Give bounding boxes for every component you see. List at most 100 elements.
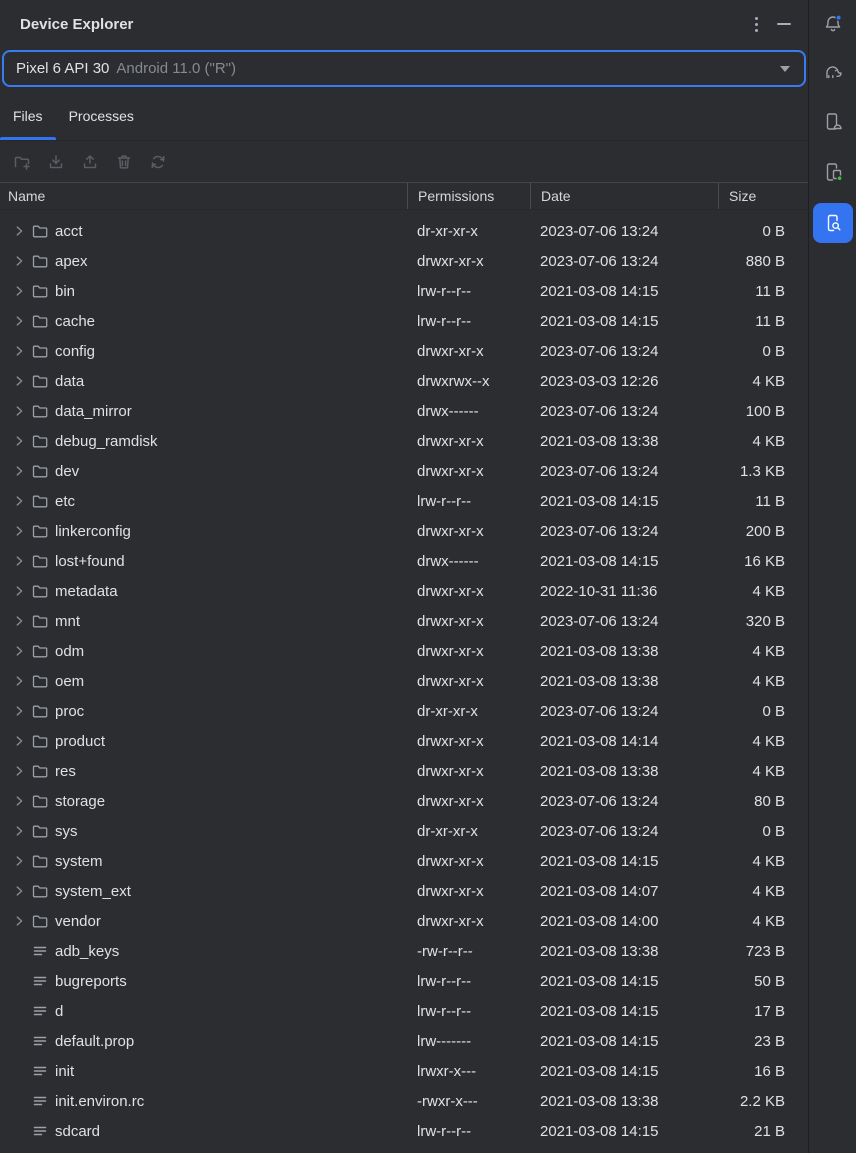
column-header-permissions[interactable]: Permissions: [407, 183, 530, 209]
row-size: 16 B: [718, 1063, 808, 1080]
table-row[interactable]: lost+found drwx------ 2021-03-08 14:15 1…: [0, 546, 808, 576]
chevron-right-icon[interactable]: [12, 884, 26, 898]
row-permissions: drwxr-xr-x: [407, 763, 530, 780]
table-row[interactable]: init lrwxr-x--- 2021-03-08 14:15 16 B: [0, 1056, 808, 1086]
chevron-right-icon[interactable]: [12, 524, 26, 538]
folder-icon: [31, 522, 49, 540]
table-row[interactable]: system drwxr-xr-x 2021-03-08 14:15 4 KB: [0, 846, 808, 876]
table-row[interactable]: proc dr-xr-xr-x 2023-07-06 13:24 0 B: [0, 696, 808, 726]
table-row[interactable]: data drwxrwx--x 2023-03-03 12:26 4 KB: [0, 366, 808, 396]
running-devices-icon[interactable]: [813, 152, 853, 192]
device-manager-icon[interactable]: [813, 102, 853, 142]
table-row[interactable]: odm drwxr-xr-x 2021-03-08 13:38 4 KB: [0, 636, 808, 666]
chevron-right-icon[interactable]: [12, 674, 26, 688]
chevron-right-icon[interactable]: [12, 344, 26, 358]
table-row[interactable]: adb_keys -rw-r--r-- 2021-03-08 13:38 723…: [0, 936, 808, 966]
tab-files[interactable]: Files: [0, 91, 56, 140]
chevron-right-icon[interactable]: [12, 554, 26, 568]
table-row[interactable]: storage drwxr-xr-x 2023-07-06 13:24 80 B: [0, 786, 808, 816]
table-row[interactable]: dev drwxr-xr-x 2023-07-06 13:24 1.3 KB: [0, 456, 808, 486]
column-header-name[interactable]: Name: [0, 183, 407, 209]
chevron-right-icon[interactable]: [12, 614, 26, 628]
minimize-icon[interactable]: [770, 10, 798, 38]
table-row[interactable]: bugreports lrw-r--r-- 2021-03-08 14:15 5…: [0, 966, 808, 996]
row-size: 4 KB: [718, 583, 808, 600]
device-explorer-panel: Device Explorer Pixel 6 API 30 Android 1…: [0, 0, 808, 1153]
table-row[interactable]: d lrw-r--r-- 2021-03-08 14:15 17 B: [0, 996, 808, 1026]
table-row[interactable]: cache lrw-r--r-- 2021-03-08 14:15 11 B: [0, 306, 808, 336]
tab-processes-label: Processes: [69, 108, 134, 124]
kebab-menu-icon[interactable]: [742, 10, 770, 38]
new-folder-icon[interactable]: [10, 150, 34, 174]
folder-icon: [31, 702, 49, 720]
table-row[interactable]: acct dr-xr-xr-x 2023-07-06 13:24 0 B: [0, 216, 808, 246]
folder-icon: [31, 432, 49, 450]
chevron-right-icon[interactable]: [12, 284, 26, 298]
chevron-right-icon[interactable]: [12, 494, 26, 508]
tab-processes[interactable]: Processes: [56, 91, 147, 140]
table-row[interactable]: linkerconfig drwxr-xr-x 2023-07-06 13:24…: [0, 516, 808, 546]
table-row[interactable]: vendor drwxr-xr-x 2021-03-08 14:00 4 KB: [0, 906, 808, 936]
device-selector-dropdown[interactable]: Pixel 6 API 30 Android 11.0 ("R"): [2, 50, 806, 87]
column-header-date[interactable]: Date: [530, 183, 718, 209]
table-row[interactable]: bin lrw-r--r-- 2021-03-08 14:15 11 B: [0, 276, 808, 306]
chevron-right-icon[interactable]: [12, 734, 26, 748]
folder-icon: [31, 372, 49, 390]
table-row[interactable]: mnt drwxr-xr-x 2023-07-06 13:24 320 B: [0, 606, 808, 636]
table-row[interactable]: sdcard lrw-r--r-- 2021-03-08 14:15 21 B: [0, 1116, 808, 1146]
row-label: metadata: [55, 583, 118, 600]
chevron-right-icon[interactable]: [12, 854, 26, 868]
folder-icon: [31, 402, 49, 420]
row-date: 2021-03-08 14:14: [530, 733, 718, 750]
chevron-right-icon[interactable]: [12, 224, 26, 238]
table-row[interactable]: etc lrw-r--r-- 2021-03-08 14:15 11 B: [0, 486, 808, 516]
folder-icon: [31, 552, 49, 570]
chevron-right-icon[interactable]: [12, 824, 26, 838]
row-date: 2021-03-08 13:38: [530, 1093, 718, 1110]
download-icon[interactable]: [44, 150, 68, 174]
table-row[interactable]: apex drwxr-xr-x 2023-07-06 13:24 880 B: [0, 246, 808, 276]
row-label: apex: [55, 253, 88, 270]
delete-icon[interactable]: [112, 150, 136, 174]
chevron-right-icon[interactable]: [12, 434, 26, 448]
chevron-right-icon[interactable]: [12, 794, 26, 808]
chevron-right-icon[interactable]: [12, 644, 26, 658]
row-permissions: drwxr-xr-x: [407, 733, 530, 750]
chevron-right-icon[interactable]: [12, 584, 26, 598]
row-date: 2023-07-06 13:24: [530, 703, 718, 720]
table-row[interactable]: system_ext drwxr-xr-x 2021-03-08 14:07 4…: [0, 876, 808, 906]
chevron-right-icon[interactable]: [12, 764, 26, 778]
table-row[interactable]: config drwxr-xr-x 2023-07-06 13:24 0 B: [0, 336, 808, 366]
file-icon: [31, 942, 49, 960]
notifications-bell-icon[interactable]: [813, 4, 853, 44]
column-header-size[interactable]: Size: [718, 183, 808, 209]
sync-icon[interactable]: [146, 150, 170, 174]
table-row[interactable]: product drwxr-xr-x 2021-03-08 14:14 4 KB: [0, 726, 808, 756]
table-row[interactable]: init.environ.rc -rwxr-x--- 2021-03-08 13…: [0, 1086, 808, 1116]
table-row[interactable]: res drwxr-xr-x 2021-03-08 13:38 4 KB: [0, 756, 808, 786]
table-row[interactable]: debug_ramdisk drwxr-xr-x 2021-03-08 13:3…: [0, 426, 808, 456]
device-explorer-icon[interactable]: [813, 203, 853, 243]
row-label: res: [55, 763, 76, 780]
chevron-right-icon[interactable]: [12, 314, 26, 328]
table-row[interactable]: sys dr-xr-xr-x 2023-07-06 13:24 0 B: [0, 816, 808, 846]
chevron-right-icon[interactable]: [12, 374, 26, 388]
chevron-right-icon[interactable]: [12, 404, 26, 418]
chevron-right-icon[interactable]: [12, 464, 26, 478]
row-label: init.environ.rc: [55, 1093, 144, 1110]
row-label: default.prop: [55, 1033, 134, 1050]
chevron-right-icon[interactable]: [12, 914, 26, 928]
file-toolbar: [0, 141, 808, 182]
row-size: 880 B: [718, 253, 808, 270]
table-row[interactable]: metadata drwxr-xr-x 2022-10-31 11:36 4 K…: [0, 576, 808, 606]
upload-icon[interactable]: [78, 150, 102, 174]
gradle-elephant-icon[interactable]: [813, 52, 853, 92]
table-row[interactable]: default.prop lrw------- 2021-03-08 14:15…: [0, 1026, 808, 1056]
chevron-right-icon[interactable]: [12, 704, 26, 718]
table-row[interactable]: oem drwxr-xr-x 2021-03-08 13:38 4 KB: [0, 666, 808, 696]
table-row[interactable]: data_mirror drwx------ 2023-07-06 13:24 …: [0, 396, 808, 426]
file-icon: [31, 1032, 49, 1050]
row-permissions: dr-xr-xr-x: [407, 823, 530, 840]
row-label: acct: [55, 223, 83, 240]
chevron-right-icon[interactable]: [12, 254, 26, 268]
